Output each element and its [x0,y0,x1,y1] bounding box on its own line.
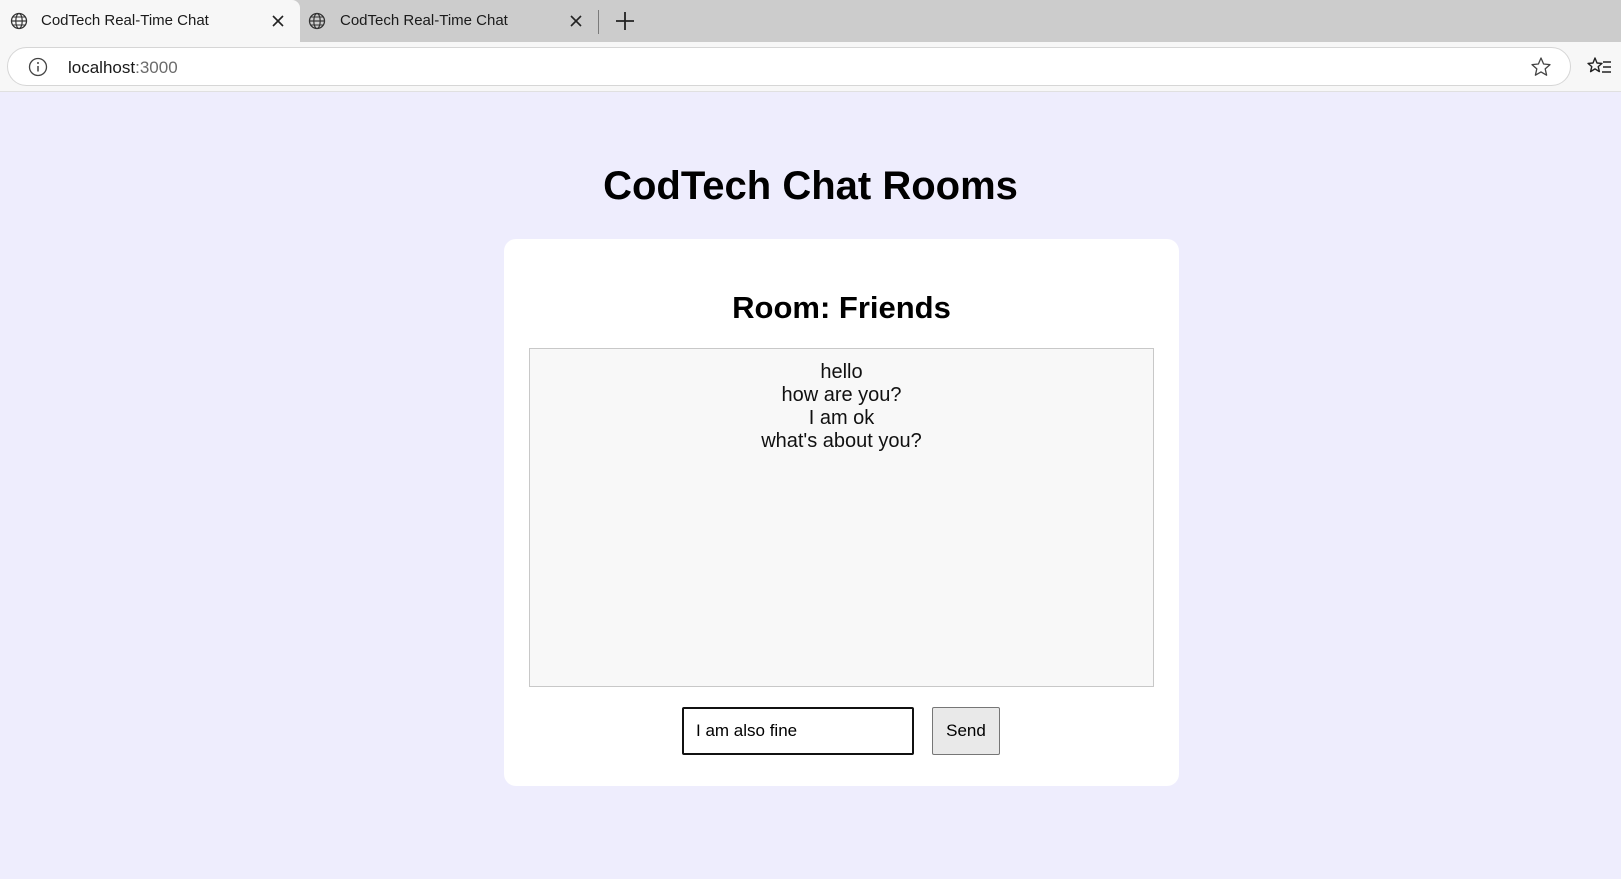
page-title: CodTech Chat Rooms [603,164,1018,208]
new-tab-plus-icon[interactable] [614,10,636,32]
send-button[interactable]: Send [932,707,1000,755]
favorite-star-icon[interactable] [1530,56,1552,78]
message-item: hello [820,361,863,383]
page-content: CodTech Chat Rooms Room: Friends hello h… [0,92,1621,879]
message-item: what's about you? [761,430,922,452]
globe-icon [308,12,326,30]
browser-tab-strip: CodTech Real-Time Chat CodTech Real-Time… [0,0,1621,42]
address-bar[interactable]: localhost:3000 [7,47,1571,86]
message-item: I am ok [808,407,875,429]
messages-box[interactable]: hello how are you? I am ok what's about … [529,348,1154,687]
room-title: Room: Friends [732,290,951,325]
globe-icon [10,12,28,30]
tab-title: CodTech Real-Time Chat [41,12,209,29]
browser-tab-1[interactable]: CodTech Real-Time Chat [0,0,300,42]
favorites-list-icon[interactable] [1586,55,1612,79]
site-info-icon[interactable] [28,57,48,77]
tab-title: CodTech Real-Time Chat [340,12,508,29]
close-tab-icon[interactable] [270,13,286,29]
message-item: how are you? [781,384,902,406]
url-port: :3000 [135,58,178,77]
browser-tab-2[interactable]: CodTech Real-Time Chat [300,0,598,42]
close-tab-icon[interactable] [568,13,584,29]
url-host: localhost [68,58,136,77]
message-input[interactable] [682,707,914,755]
url-text: localhost:3000 [68,58,178,78]
browser-toolbar: localhost:3000 [0,42,1621,92]
chat-card: Room: Friends hello how are you? I am ok… [504,239,1179,786]
tab-separator [598,10,599,34]
